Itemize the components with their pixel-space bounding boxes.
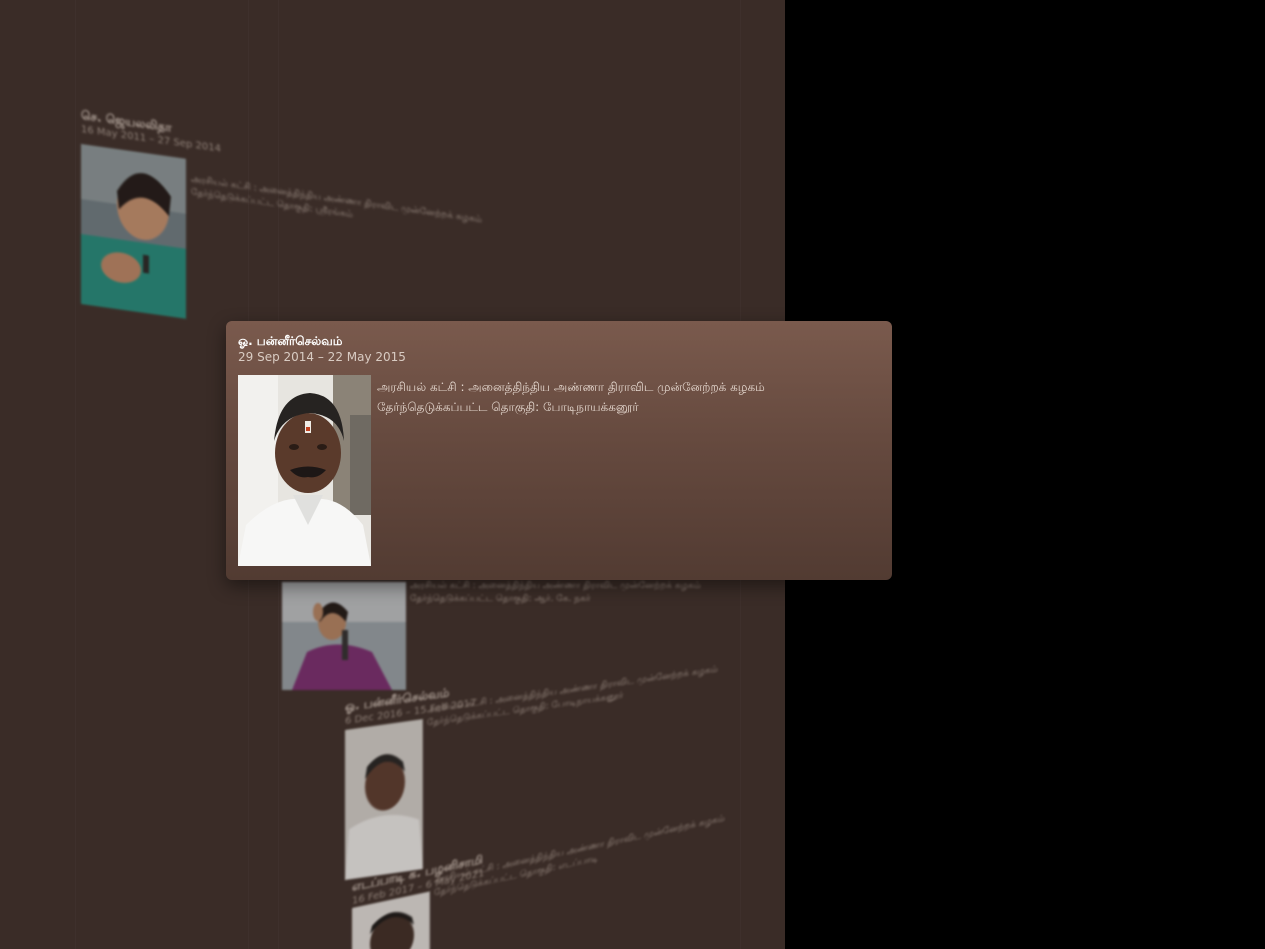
card-dates: 29 Sep 2014 – 22 May 2015 <box>238 350 406 364</box>
portrait-photo <box>282 582 406 690</box>
portrait-photo <box>238 375 371 566</box>
entry-party: அரசியல் கட்சி : அனைத்திந்திய அண்ணா திராவ… <box>410 581 701 591</box>
entry-party: அரசியல் கட்சி : அனைத்திந்திய அண்ணா திராவ… <box>434 813 725 886</box>
portrait-photo <box>81 144 186 319</box>
card-details: அரசியல் கட்சி : அனைத்திந்திய அண்ணா திராவ… <box>377 377 765 417</box>
entry-constituency: தேர்ந்தெடுக்கப்பட்ட தொகுதி: ஆர். கே. நகர… <box>410 594 591 604</box>
card-name: ஓ. பன்னீர்செல்வம் <box>238 334 343 348</box>
timeline-entry[interactable]: செ. ஜெயலலிதா 16 May 2011 – 27 Sep 2014 அ… <box>81 108 482 319</box>
focused-entry-card[interactable]: ஓ. பன்னீர்செல்வம் 29 Sep 2014 – 22 May 2… <box>226 321 892 580</box>
card-constituency: தேர்ந்தெடுக்கப்பட்ட தொகுதி: போடிநாயக்கனூ… <box>377 400 639 414</box>
portrait-photo <box>345 719 423 880</box>
screen: செ. ஜெயலலிதா 16 May 2011 – 27 Sep 2014 அ… <box>0 0 1265 949</box>
card-party: அரசியல் கட்சி : அனைத்திந்திய அண்ணா திராவ… <box>377 380 765 394</box>
